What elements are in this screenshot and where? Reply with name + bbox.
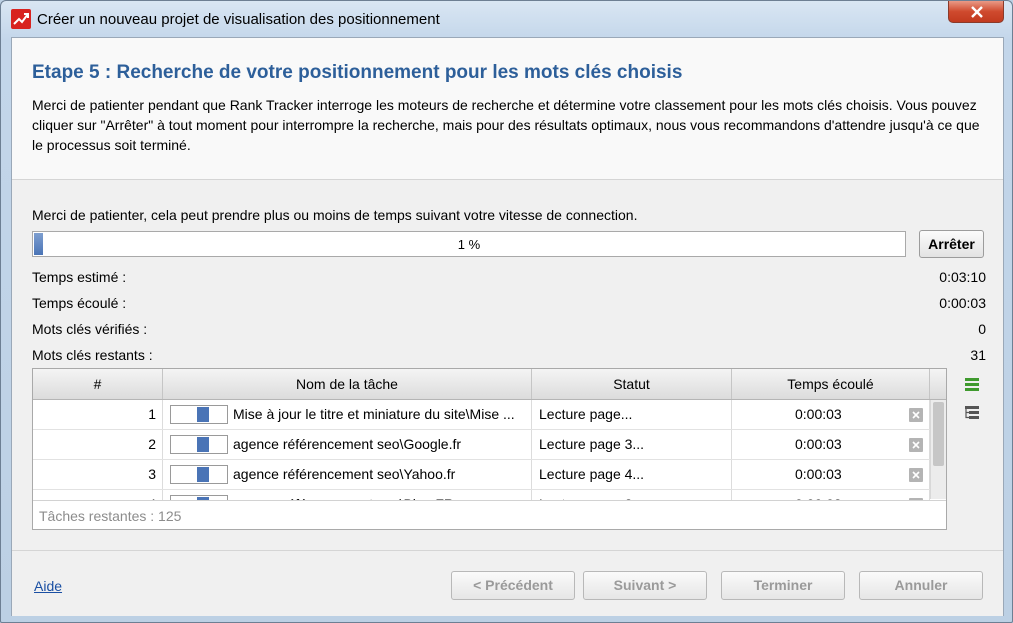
- task-elapsed-value: 0:00:03: [795, 406, 842, 422]
- stat-checked-keywords: Mots clés vérifiés : 0: [32, 321, 986, 339]
- table-scrollbar[interactable]: [930, 400, 946, 499]
- task-name: agence référencement seo\Yahoo.fr: [163, 460, 532, 489]
- task-status: Lecture page...: [532, 400, 732, 429]
- task-elapsed: 0:00:03: [732, 430, 930, 459]
- dialog-window: Créer un nouveau projet de visualisation…: [0, 0, 1013, 623]
- close-icon: [912, 411, 920, 419]
- progress-bar: 1 %: [32, 231, 906, 257]
- table-row[interactable]: 2 agence référencement seo\Google.fr Lec…: [33, 430, 930, 460]
- task-status: Lecture page 3...: [532, 430, 732, 459]
- close-button[interactable]: [948, 1, 1004, 23]
- close-icon: [912, 441, 920, 449]
- tree-view-icon[interactable]: [964, 404, 980, 423]
- row-number: 1: [33, 400, 163, 429]
- task-name: Mise à jour le titre et miniature du sit…: [163, 400, 532, 429]
- progress-label: 1 %: [457, 237, 481, 252]
- stat-estimated-time: Temps estimé : 0:03:10: [32, 269, 986, 287]
- row-number: 2: [33, 430, 163, 459]
- close-icon: [912, 471, 920, 479]
- step-header: Etape 5 : Recherche de votre positionnem…: [12, 38, 1003, 180]
- table-header: # Nom de la tâche Statut Temps écoulé: [33, 369, 946, 400]
- stat-elapsed-time: Temps écoulé : 0:00:03: [32, 295, 986, 313]
- close-icon: [971, 6, 983, 18]
- cancel-task-button[interactable]: [909, 468, 923, 482]
- window-title: Créer un nouveau projet de visualisation…: [37, 11, 440, 28]
- stat-value: 0: [978, 321, 986, 337]
- column-header-task-name[interactable]: Nom de la tâche: [163, 369, 532, 399]
- table-row[interactable]: 3 agence référencement seo\Yahoo.fr Lect…: [33, 460, 930, 490]
- column-header-elapsed-time[interactable]: Temps écoulé: [732, 369, 930, 399]
- wait-message: Merci de patienter, cela peut prendre pl…: [32, 207, 638, 223]
- tasks-table: # Nom de la tâche Statut Temps écoulé 1 …: [32, 368, 947, 530]
- previous-button[interactable]: < Précédent: [451, 571, 575, 600]
- list-view-icon[interactable]: [964, 376, 980, 395]
- finish-button[interactable]: Terminer: [721, 571, 845, 600]
- task-elapsed: 0:00:03: [732, 400, 930, 429]
- stat-remaining-keywords: Mots clés restants : 31: [32, 347, 986, 365]
- stat-value: 0:00:03: [939, 295, 986, 311]
- title-bar[interactable]: Créer un nouveau projet de visualisation…: [1, 1, 1012, 37]
- task-elapsed: 0:00:03: [732, 460, 930, 489]
- scrollbar-thumb[interactable]: [933, 402, 944, 466]
- rank-tracker-icon: [11, 9, 31, 29]
- help-link[interactable]: Aide: [34, 578, 62, 594]
- task-status: Lecture page 4...: [532, 460, 732, 489]
- stat-label: Mots clés vérifiés :: [32, 321, 148, 337]
- stat-label: Temps estimé :: [32, 269, 127, 285]
- cancel-task-button[interactable]: [909, 408, 923, 422]
- step-description: Merci de patienter pendant que Rank Trac…: [32, 97, 980, 153]
- column-header-status[interactable]: Statut: [532, 369, 732, 399]
- stop-button[interactable]: Arrêter: [919, 230, 984, 258]
- step-title: Etape 5 : Recherche de votre positionnem…: [32, 62, 683, 83]
- dialog-content: Etape 5 : Recherche de votre positionnem…: [11, 37, 1004, 616]
- stat-label: Temps écoulé :: [32, 295, 127, 311]
- cancel-task-button[interactable]: [909, 438, 923, 452]
- task-elapsed-value: 0:00:03: [795, 466, 842, 482]
- stat-value: 31: [970, 347, 986, 363]
- table-row[interactable]: 1 Mise à jour le titre et miniature du s…: [33, 400, 930, 430]
- task-elapsed-value: 0:00:03: [795, 436, 842, 452]
- task-name: agence référencement seo\Google.fr: [163, 430, 532, 459]
- column-header-number[interactable]: #: [33, 369, 163, 399]
- cancel-button[interactable]: Annuler: [859, 571, 983, 600]
- remaining-tasks: Tâches restantes : 125: [39, 508, 182, 524]
- stat-label: Mots clés restants :: [32, 347, 153, 363]
- next-button[interactable]: Suivant >: [583, 571, 707, 600]
- dialog-footer: Aide < Précédent Suivant > Terminer Annu…: [12, 550, 1003, 616]
- table-footer: Tâches restantes : 125: [33, 500, 946, 529]
- stat-value: 0:03:10: [939, 269, 986, 285]
- row-number: 3: [33, 460, 163, 489]
